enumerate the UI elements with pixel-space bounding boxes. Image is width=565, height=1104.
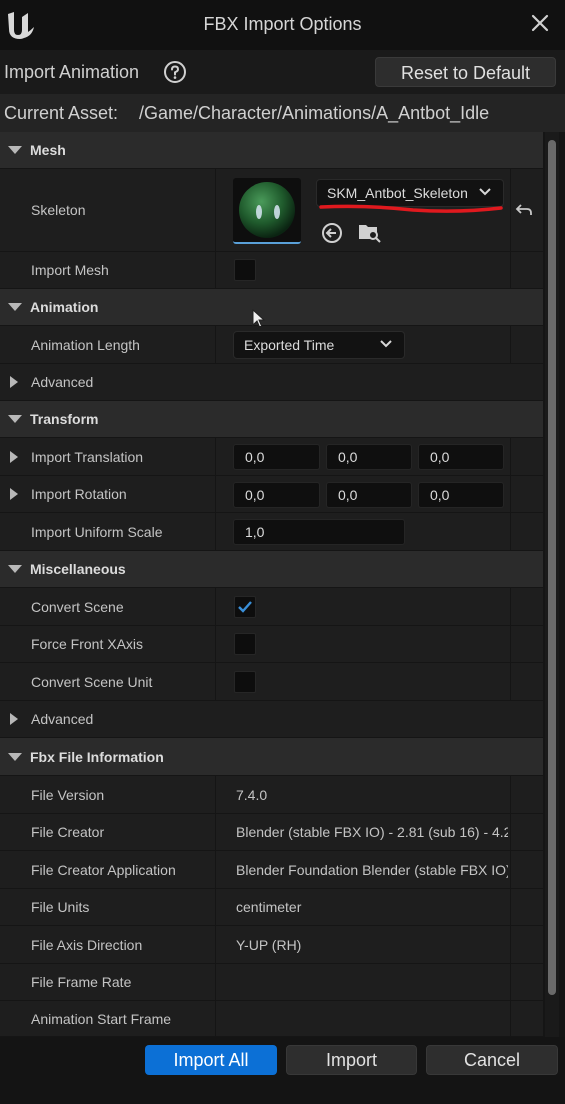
info-value: centimeter [236, 899, 302, 915]
advanced-label: Advanced [31, 374, 94, 390]
translation-y-field[interactable]: 0,0 [326, 444, 412, 470]
animation-length-dropdown[interactable]: Exported Time [233, 331, 405, 359]
rotation-x-field[interactable]: 0,0 [233, 482, 320, 508]
animation-advanced-row[interactable]: Advanced [0, 364, 543, 401]
sphere-preview-icon [239, 182, 295, 238]
info-row: File Version 7.4.0 [0, 776, 543, 814]
convert-scene-unit-label: Convert Scene Unit [31, 673, 153, 690]
collapse-arrow-icon[interactable] [8, 303, 22, 311]
import-translation-row: Import Translation 0,0 0,0 0,0 [0, 438, 543, 476]
section-mesh-label: Mesh [30, 142, 66, 158]
info-label: Animation Start Frame [31, 1010, 172, 1027]
section-animation[interactable]: Animation [0, 289, 543, 329]
info-row: File Frame Rate [0, 964, 543, 1001]
import-animation-row: Import Animation Reset to Default [0, 50, 565, 94]
reset-to-default-button[interactable]: Reset to Default [375, 57, 556, 87]
misc-advanced-row[interactable]: Advanced [0, 701, 543, 738]
force-front-xaxis-row: Force Front XAxis [0, 626, 543, 663]
info-row: Animation Start Frame [0, 1001, 543, 1037]
convert-scene-row: Convert Scene [0, 588, 543, 626]
import-uniform-scale-label: Import Uniform Scale [31, 523, 163, 540]
current-asset-path: /Game/Character/Animations/A_Antbot_Idle [139, 103, 490, 123]
section-mesh[interactable]: Mesh [0, 132, 543, 169]
browse-icon[interactable] [357, 220, 381, 244]
info-label: File Axis Direction [31, 936, 143, 953]
force-front-xaxis-label: Force Front XAxis [31, 636, 144, 652]
info-row: File Creator Blender (stable FBX IO) - 2… [0, 814, 543, 851]
rotation-z-field[interactable]: 0,0 [418, 482, 504, 508]
section-fbx-file-information[interactable]: Fbx File Information [0, 738, 543, 776]
section-miscellaneous[interactable]: Miscellaneous [0, 551, 543, 588]
skeleton-label: Skeleton [31, 202, 86, 218]
info-value: Blender Foundation Blender (stable FBX I… [236, 861, 508, 878]
convert-scene-checkbox[interactable] [234, 596, 256, 618]
expand-arrow-icon[interactable] [10, 488, 18, 500]
chevron-down-icon [479, 188, 491, 196]
cancel-button[interactable]: Cancel [426, 1045, 558, 1075]
info-row: File Axis Direction Y-UP (RH) [0, 926, 543, 964]
checkmark-icon [238, 601, 252, 613]
chevron-down-icon [380, 340, 392, 348]
convert-scene-unit-checkbox[interactable] [234, 671, 256, 693]
info-label: File Units [31, 899, 90, 915]
info-label: File Frame Rate [31, 974, 132, 990]
import-rotation-row: Import Rotation 0,0 0,0 0,0 [0, 476, 543, 513]
info-label: File Creator [31, 824, 105, 840]
import-mesh-label: Import Mesh [31, 262, 109, 278]
animation-length-value: Exported Time [244, 337, 335, 353]
skeleton-value: SKM_Antbot_Skeleton [327, 185, 468, 201]
import-mesh-checkbox[interactable] [234, 259, 256, 281]
info-value: Blender (stable FBX IO) - 2.81 (sub 16) … [236, 824, 508, 840]
skeleton-row: Skeleton SKM_Antbot_Skeleton [0, 169, 543, 252]
translation-z-field[interactable]: 0,0 [418, 444, 504, 470]
info-value: Y-UP (RH) [236, 936, 302, 953]
import-animation-label: Import Animation [4, 62, 140, 82]
section-animation-label: Animation [30, 299, 99, 315]
expand-arrow-icon[interactable] [10, 713, 18, 725]
use-selected-icon[interactable] [320, 221, 344, 245]
skeleton-thumbnail[interactable] [233, 178, 301, 244]
import-uniform-scale-row: Import Uniform Scale 1,0 [0, 513, 543, 551]
info-label: File Creator Application [31, 861, 176, 878]
translation-x-field[interactable]: 0,0 [233, 444, 320, 470]
convert-scene-label: Convert Scene [31, 598, 124, 615]
force-front-xaxis-checkbox[interactable] [234, 633, 256, 655]
collapse-arrow-icon[interactable] [8, 415, 22, 423]
details-panel: Mesh Skeleton SKM_Antbot_Skeleton Import… [0, 132, 543, 1037]
close-icon[interactable] [529, 12, 551, 34]
current-asset-row: Current Asset: /Game/Character/Animation… [0, 94, 565, 132]
animation-length-row: Animation Length Exported Time [0, 326, 543, 364]
import-translation-label: Import Translation [31, 448, 144, 465]
current-asset-label: Current Asset: [4, 103, 119, 123]
collapse-arrow-icon[interactable] [8, 565, 22, 573]
window-title: FBX Import Options [203, 14, 362, 34]
section-transform[interactable]: Transform [0, 401, 543, 438]
button-bar: Import All Import Cancel [0, 1037, 565, 1104]
animation-length-label: Animation Length [31, 336, 140, 353]
convert-scene-unit-row: Convert Scene Unit [0, 663, 543, 701]
advanced-label: Advanced [31, 711, 94, 727]
expand-arrow-icon[interactable] [10, 376, 18, 388]
section-transform-label: Transform [30, 411, 99, 427]
import-rotation-label: Import Rotation [31, 486, 127, 502]
import-all-button[interactable]: Import All [145, 1045, 277, 1075]
collapse-arrow-icon[interactable] [8, 752, 22, 761]
annotation-underline [319, 204, 503, 213]
import-button[interactable]: Import [286, 1045, 417, 1075]
reset-arrow-icon[interactable] [515, 202, 533, 218]
import-mesh-row: Import Mesh [0, 252, 543, 289]
section-fbx-file-information-label: Fbx File Information [30, 748, 164, 765]
section-miscellaneous-label: Miscellaneous [30, 561, 126, 577]
expand-arrow-icon[interactable] [10, 450, 18, 463]
info-value: 7.4.0 [236, 786, 268, 803]
collapse-arrow-icon[interactable] [8, 146, 22, 154]
title-bar: FBX Import Options [0, 0, 565, 50]
info-row: File Creator Application Blender Foundat… [0, 851, 543, 889]
rotation-y-field[interactable]: 0,0 [326, 482, 412, 508]
uniform-scale-field[interactable]: 1,0 [233, 519, 405, 545]
info-label: File Version [31, 786, 105, 803]
info-row: File Units centimeter [0, 889, 543, 926]
scrollbar-thumb[interactable] [548, 140, 556, 995]
help-icon[interactable] [163, 60, 187, 84]
